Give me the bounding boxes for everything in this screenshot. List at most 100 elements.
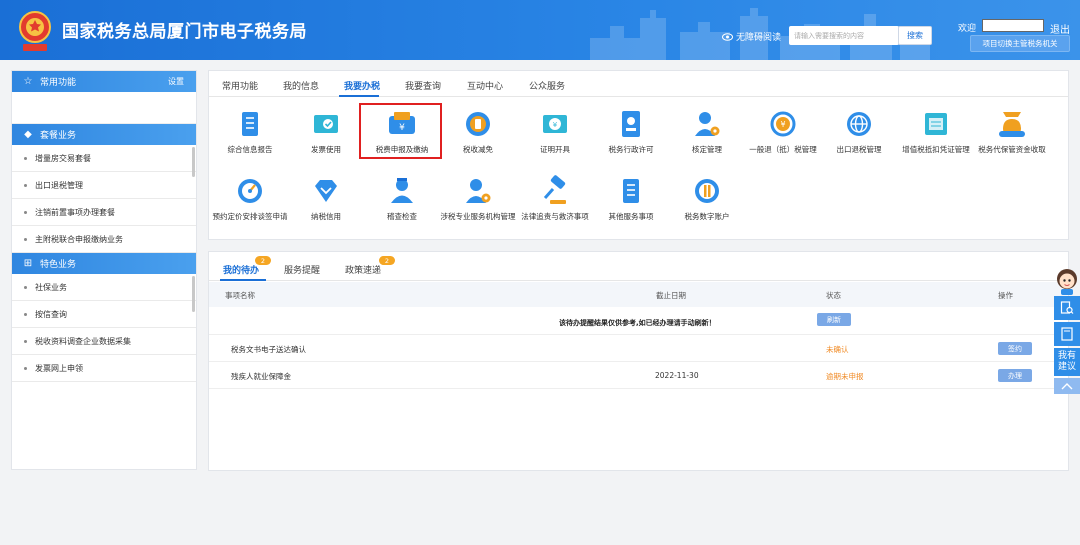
function-tile-label: 税收减免 xyxy=(463,145,493,154)
refresh-button[interactable]: 刷新 xyxy=(817,313,851,326)
accessibility-link[interactable]: 无障碍阅读 xyxy=(722,30,781,43)
function-tile[interactable]: 法律追责与救济事项 xyxy=(517,174,593,222)
switch-agency-button[interactable]: 项目切换主管税务机关 xyxy=(970,35,1070,52)
function-tile[interactable]: 预约定价安排谈签申请 xyxy=(212,174,288,222)
search-input[interactable] xyxy=(789,26,899,45)
sidebar-item[interactable]: 按信查询 xyxy=(12,301,196,328)
function-tile[interactable]: 涉税专业服务机构管理 xyxy=(440,174,516,222)
inspector-icon xyxy=(391,178,413,203)
function-tile[interactable]: 核定管理 xyxy=(669,107,745,155)
function-tile[interactable]: 税务行政许可 xyxy=(593,107,669,155)
package-scrollbar[interactable] xyxy=(192,147,195,177)
grid-icon: ⊞ xyxy=(23,258,33,269)
function-tile-label: 稽查检查 xyxy=(387,212,417,221)
bullet-icon xyxy=(24,210,27,214)
handle-button[interactable]: 办理 xyxy=(998,369,1032,382)
search-doc-button[interactable] xyxy=(1054,296,1080,320)
tab-interaction[interactable]: 互动中心 xyxy=(467,79,503,92)
function-tile[interactable]: 出口退税管理 xyxy=(821,107,897,155)
special-scrollbar[interactable] xyxy=(192,276,195,312)
sidebar-item-label: 税收资料调查企业数据采集 xyxy=(35,336,131,346)
tab-common[interactable]: 常用功能 xyxy=(222,79,258,92)
sidebar-item[interactable]: 注销前置事项办理套餐 xyxy=(12,199,196,226)
gavel-icon xyxy=(543,175,566,204)
highlight-box xyxy=(359,103,442,159)
function-tile[interactable]: 综合信息报告 xyxy=(212,107,288,155)
active-todo-tab-indicator xyxy=(220,279,266,281)
function-tile[interactable]: 纳税信用 xyxy=(288,174,364,222)
bullet-icon xyxy=(24,339,27,343)
sidebar-item[interactable]: 税收资料调查企业数据采集 xyxy=(12,328,196,355)
function-tile[interactable]: 税务数字账户 xyxy=(669,174,745,222)
username-field xyxy=(982,19,1044,32)
back-to-top-button[interactable] xyxy=(1054,378,1080,394)
gauge-icon xyxy=(238,179,262,203)
site-header: 国家税务总局厦门市电子税务局 无障碍阅读 搜索 欢迎 退出 项目切换主管税务机关 xyxy=(0,0,1080,60)
function-tile[interactable]: ¥ 证明开具 xyxy=(517,107,593,155)
package-list: 增量房交易套餐 出口退税管理 注销前置事项办理套餐 主附税联合申报缴纳业务 xyxy=(12,145,196,253)
common-functions-title: 常用功能 xyxy=(40,78,77,88)
active-tab-indicator xyxy=(339,95,379,97)
settings-link[interactable]: 设置 xyxy=(168,76,184,87)
sidebar-item[interactable]: 发票网上申领 xyxy=(12,355,196,382)
assistant-avatar-icon[interactable] xyxy=(1054,266,1080,296)
function-tile[interactable]: 其他服务事项 xyxy=(593,174,669,222)
function-tile[interactable]: 税收减免 xyxy=(440,107,516,155)
search-button[interactable]: 搜索 xyxy=(898,26,932,45)
tab-policy-express[interactable]: 政策速递 xyxy=(345,263,381,276)
sidebar-item[interactable]: 增量房交易套餐 xyxy=(12,145,196,172)
tab-my-todo[interactable]: 我的待办 xyxy=(223,263,259,276)
suggestion-button[interactable]: 我有建议 xyxy=(1054,348,1080,376)
bullet-icon xyxy=(24,366,27,370)
site-title: 国家税务总局厦门市电子税务局 xyxy=(62,22,307,42)
function-tile[interactable]: 增值税抵扣凭证管理 xyxy=(898,107,974,155)
ticket-icon xyxy=(925,113,947,135)
function-tile[interactable]: ¥ 一般退（抵）税管理 xyxy=(745,107,821,155)
function-tile-label: 发票使用 xyxy=(311,145,341,154)
table-row: 税务文书电子送达确认 未确认 签约 xyxy=(209,335,1068,362)
sidebar-item-label: 增量房交易套餐 xyxy=(35,153,91,163)
sidebar-item-label: 出口退税管理 xyxy=(35,180,83,190)
row-name: 残疾人就业保障金 xyxy=(231,372,291,381)
sidebar-item-label: 注销前置事项办理套餐 xyxy=(35,207,115,217)
digital-coin-icon xyxy=(695,179,719,203)
function-tile-label: 其他服务事项 xyxy=(608,212,654,221)
refund-icon: ¥ xyxy=(770,111,796,137)
logout-link[interactable]: 退出 xyxy=(1050,21,1070,36)
function-tile-label: 税务行政许可 xyxy=(608,145,654,154)
sidebar-item[interactable]: 主附税联合申报缴纳业务 xyxy=(12,226,196,253)
function-tile-label: 综合信息报告 xyxy=(227,145,273,154)
function-tile[interactable]: 发票使用 xyxy=(288,107,364,155)
welcome-label: 欢迎 xyxy=(958,24,977,34)
sidebar-item[interactable]: 社保业务 xyxy=(12,274,196,301)
sign-button[interactable]: 签约 xyxy=(998,342,1032,355)
person-gear-icon xyxy=(695,112,720,136)
notes-button[interactable] xyxy=(1054,322,1080,346)
cube-icon: ◆ xyxy=(24,129,32,140)
tab-my-info[interactable]: 我的信息 xyxy=(283,79,319,92)
sidebar-item[interactable]: 出口退税管理 xyxy=(12,172,196,199)
function-tile[interactable]: 稽查检查 xyxy=(364,174,440,222)
row-status: 未确认 xyxy=(826,345,849,354)
tab-query[interactable]: 我要查询 xyxy=(405,79,441,92)
function-tile-label: 一般退（抵）税管理 xyxy=(749,145,817,154)
eye-icon xyxy=(722,32,733,41)
package-business-header[interactable]: ◆ 套餐业务 xyxy=(12,124,196,145)
todo-tabs: 我的待办 2 服务提醒 政策速递 2 xyxy=(209,252,1068,281)
package-business-title: 套餐业务 xyxy=(40,131,77,141)
function-tile[interactable]: 税务代保管资金收取 xyxy=(974,107,1050,155)
col-action: 操作 xyxy=(998,291,1013,300)
tab-do-tax[interactable]: 我要办税 xyxy=(344,79,380,92)
tab-service-reminder[interactable]: 服务提醒 xyxy=(284,263,320,276)
col-deadline: 截止日期 xyxy=(656,291,686,300)
chevron-up-icon xyxy=(1061,383,1073,390)
function-tile-label: 税务数字账户 xyxy=(684,212,730,221)
main-tabs: 常用功能 我的信息 我要办税 我要查询 互动中心 公众服务 xyxy=(209,71,1068,97)
tab-public-service[interactable]: 公众服务 xyxy=(529,79,565,92)
agent-gear-icon xyxy=(466,179,491,203)
report-icon xyxy=(242,112,258,136)
bullet-icon xyxy=(24,183,27,187)
table-row: 残疾人就业保障金 2022-11-30 逾期未申报 办理 xyxy=(209,362,1068,389)
star-icon: ☆ xyxy=(23,76,33,87)
special-business-header[interactable]: ⊞ 特色业务 xyxy=(12,253,196,274)
